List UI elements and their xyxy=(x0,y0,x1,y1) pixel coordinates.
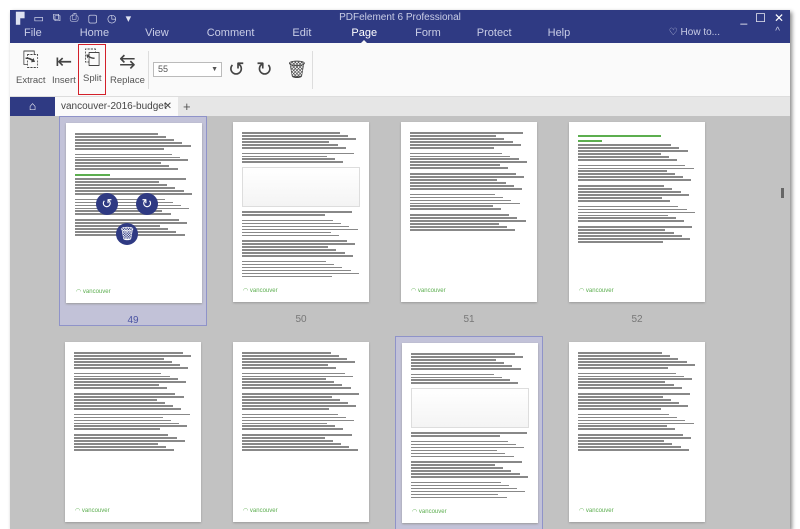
delete-overlay-icon[interactable]: 🗑 xyxy=(116,223,138,245)
replace-button[interactable]: ⇆ Replace xyxy=(110,49,145,86)
page-number: 51 xyxy=(463,314,475,325)
menu-edit[interactable]: Edit xyxy=(272,27,331,39)
page-thumbnail[interactable]: ◠ vancouver 51 xyxy=(395,116,543,326)
page-select[interactable]: 55 ▼ xyxy=(153,62,222,77)
page-thumbnail-grid: ◠ vancouver ↺ ↻ 🗑 49 ◠ vancouver 50 ◠ vancouver… xyxy=(10,116,790,529)
document-tab[interactable]: vancouver-2016-budget ✕ xyxy=(55,97,178,116)
page-thumbnail[interactable]: ◠ vancouver 52 xyxy=(563,116,711,326)
ribbon: ⎘ Extract ⇤ Insert ⎗ Split ⇆ Replace xyxy=(10,43,790,97)
page-preview: ◠ vancouver xyxy=(233,342,369,522)
page-thumbnail[interactable]: ◠ vancouver xyxy=(59,336,207,529)
menu-form[interactable]: Form xyxy=(397,27,459,39)
menu-protect[interactable]: Protect xyxy=(459,27,530,39)
page-number: 50 xyxy=(295,314,307,325)
page-preview: ◠ vancouver ↺ ↻ 🗑 xyxy=(66,123,202,303)
new-tab-button[interactable]: + xyxy=(183,97,191,116)
maximize-button[interactable]: ☐ xyxy=(755,11,766,25)
page-preview: ◠ vancouver xyxy=(569,122,705,302)
lightbulb-icon: ♡ xyxy=(668,27,681,38)
menu-comment[interactable]: Comment xyxy=(189,27,273,39)
close-button[interactable]: ✕ xyxy=(774,11,784,25)
home-tab-button[interactable]: ⌂ xyxy=(10,97,55,116)
menu-file[interactable]: File xyxy=(10,27,56,39)
rotate-right-overlay-icon[interactable]: ↻ xyxy=(136,193,158,215)
app-title: PDFelement 6 Professional xyxy=(339,12,461,23)
menu-home[interactable]: Home xyxy=(56,27,125,39)
page-thumbnail[interactable]: ◠ vancouver xyxy=(395,336,543,529)
insert-icon: ⇤ xyxy=(55,51,73,73)
chevron-down-icon: ▼ xyxy=(211,66,218,73)
title-bar: ▛ ▭ ⧉ ⎙ ▢ ◷ ▾ PDFelement 6 Professional … xyxy=(10,10,790,43)
extract-button[interactable]: ⎘ Extract xyxy=(16,49,46,86)
page-preview: ◠ vancouver xyxy=(402,343,538,523)
menu-page[interactable]: Page xyxy=(331,27,397,43)
rotate-left-overlay-icon[interactable]: ↺ xyxy=(96,193,118,215)
menu-view[interactable]: View xyxy=(125,27,189,39)
extract-icon: ⎘ xyxy=(22,49,39,71)
close-tab-icon[interactable]: ✕ xyxy=(164,97,172,116)
page-thumbnail[interactable]: ◠ vancouver 50 xyxy=(227,116,375,326)
page-thumbnail[interactable]: ◠ vancouver ↺ ↻ 🗑 49 xyxy=(59,116,207,326)
rotate-left-button[interactable]: ↺ xyxy=(228,57,245,82)
delete-page-button[interactable]: 🗑 xyxy=(286,60,308,80)
minimize-button[interactable]: _ xyxy=(740,11,747,25)
page-thumbnail[interactable]: ◠ vancouver xyxy=(227,336,375,529)
collapse-ribbon-button[interactable]: ^ xyxy=(775,26,780,37)
page-preview: ◠ vancouver xyxy=(65,342,201,522)
menu-help[interactable]: Help xyxy=(530,27,589,39)
split-button[interactable]: ⎗ Split xyxy=(78,44,107,95)
page-number: 52 xyxy=(631,314,643,325)
app-window: ▛ ▭ ⧉ ⎙ ▢ ◷ ▾ PDFelement 6 Professional … xyxy=(10,10,790,529)
page-preview: ◠ vancouver xyxy=(401,122,537,302)
page-number: 49 xyxy=(127,315,139,326)
replace-icon: ⇆ xyxy=(119,51,136,73)
page-preview: ◠ vancouver xyxy=(569,342,705,522)
rotate-right-button[interactable]: ↻ xyxy=(256,57,273,82)
tab-bar: ⌂ vancouver-2016-budget ✕ + xyxy=(10,97,790,116)
insert-button[interactable]: ⇤ Insert xyxy=(52,49,76,86)
split-icon: ⎗ xyxy=(84,47,101,69)
scrollbar-thumb[interactable] xyxy=(781,188,784,198)
how-to-button[interactable]: ♡ How to... xyxy=(669,27,720,38)
page-preview: ◠ vancouver xyxy=(233,122,369,302)
page-thumbnail[interactable]: ◠ vancouver xyxy=(563,336,711,529)
